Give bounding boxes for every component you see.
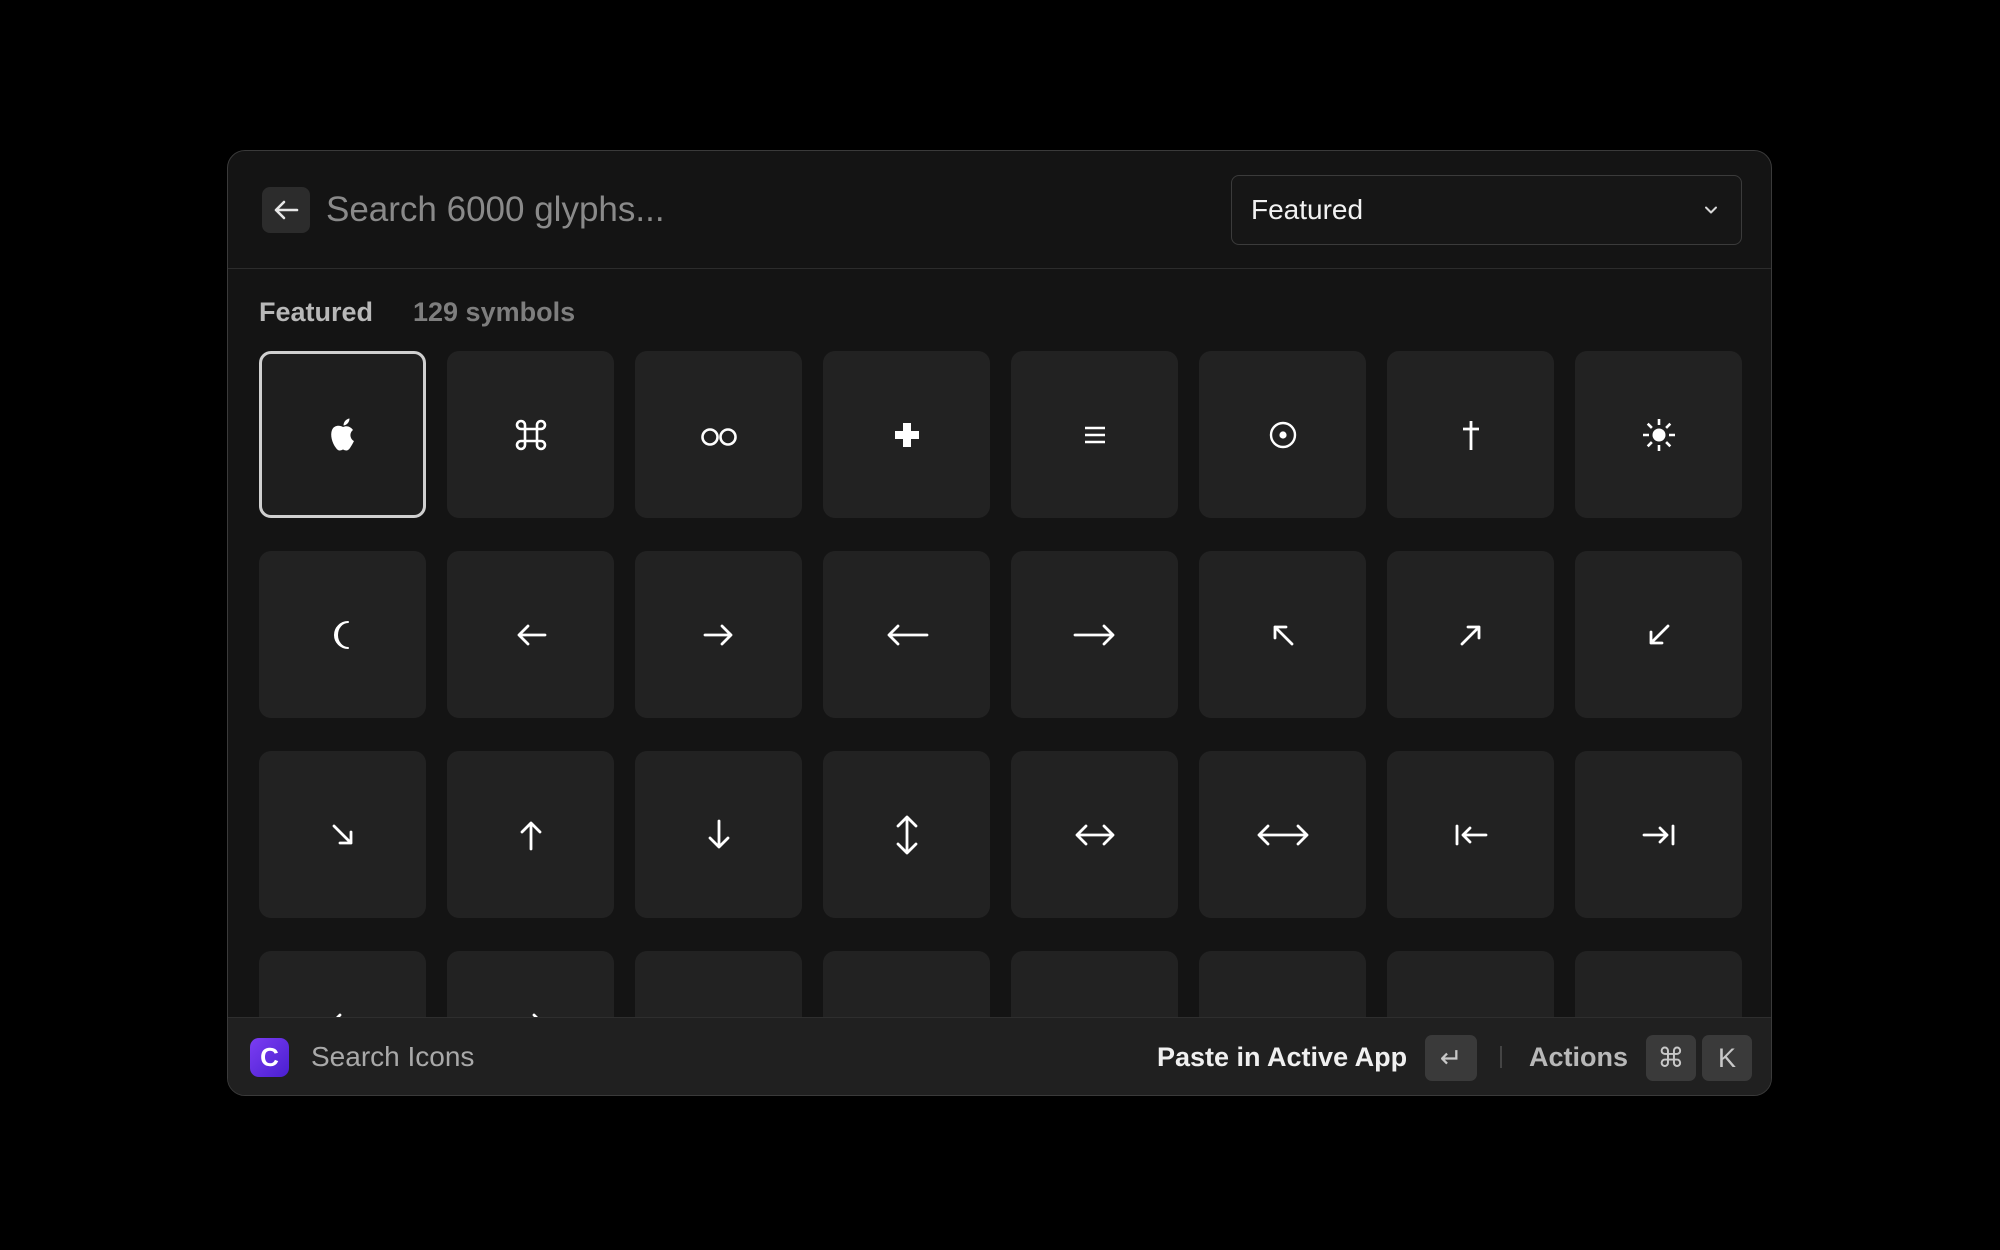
- symbol-tile[interactable]: [1575, 551, 1742, 718]
- symbol-tile[interactable]: [447, 951, 614, 1018]
- sun-icon: [1642, 418, 1675, 451]
- symbol-tile[interactable]: [1575, 951, 1742, 1018]
- actions-button[interactable]: Actions: [1529, 1018, 1628, 1095]
- long-arrow-left-right-icon: [1257, 824, 1308, 845]
- arrow-right-icon: [703, 624, 732, 645]
- extension-name: Search Icons: [311, 1041, 475, 1072]
- long-arrow-left-icon: [887, 624, 928, 645]
- dropdown-selected-label: Featured: [1251, 194, 1364, 225]
- category-dropdown[interactable]: Featured: [1231, 175, 1742, 245]
- symbol-tile[interactable]: [1575, 751, 1742, 918]
- symbol-tile[interactable]: [1387, 951, 1554, 1018]
- long-arrow-right-icon: [1073, 624, 1114, 645]
- symbol-tile[interactable]: [447, 551, 614, 718]
- symbol-tile[interactable]: [259, 551, 426, 718]
- symbol-tile[interactable]: [447, 351, 614, 518]
- arrow-down-right-icon: [332, 824, 352, 844]
- arrow-left-icon: [274, 200, 299, 220]
- symbol-tile[interactable]: [823, 951, 990, 1018]
- search-input[interactable]: [326, 179, 1106, 241]
- arrow-up-left-icon: [1273, 625, 1293, 645]
- arrow-up-down-icon: [896, 815, 917, 854]
- arrow-down-icon: [708, 819, 729, 848]
- symbol-tile[interactable]: [823, 351, 990, 518]
- arrow-left-right-icon: [1075, 824, 1114, 845]
- return-icon: ↵: [1439, 1042, 1463, 1073]
- apple-logo-icon: [330, 418, 354, 450]
- symbol-tile[interactable]: [1011, 751, 1178, 918]
- arrow-left-icon: [517, 624, 546, 645]
- symbol-tile[interactable]: [635, 751, 802, 918]
- symbol-tile[interactable]: [259, 351, 426, 518]
- symbol-count: 129 symbols: [413, 297, 576, 327]
- k-key-label: K: [1717, 1042, 1736, 1073]
- section-title: Featured: [259, 297, 374, 327]
- app-logo-initial: C: [260, 1042, 279, 1072]
- paste-in-active-app-button[interactable]: Paste in Active App: [1157, 1018, 1407, 1095]
- symbol-tile[interactable]: [635, 551, 802, 718]
- chevron-down-icon: [1705, 206, 1717, 214]
- symbol-tile[interactable]: [823, 751, 990, 918]
- action-bar: C Search Icons Paste in Active App ↵ Act…: [228, 1017, 1771, 1095]
- enter-key-badge[interactable]: ↵: [1425, 1035, 1477, 1081]
- triple-bar-icon: [1084, 426, 1105, 443]
- footer-divider: [1500, 1046, 1502, 1068]
- arrow-down-left-icon: [1649, 624, 1669, 644]
- command-icon: ⌘: [1657, 1042, 1685, 1073]
- arrow-left-to-bar-icon: [1455, 824, 1487, 845]
- symbol-tile[interactable]: [635, 351, 802, 518]
- arrow-right-to-bar-icon: [1642, 824, 1674, 845]
- symbol-tile[interactable]: [1011, 951, 1178, 1018]
- symbol-tile[interactable]: [823, 551, 990, 718]
- header: Featured: [228, 151, 1771, 269]
- heavy-plus-icon: [894, 422, 919, 447]
- command-icon: [515, 419, 546, 450]
- k-key-badge[interactable]: K: [1702, 1035, 1752, 1081]
- symbol-tile[interactable]: [259, 951, 426, 1018]
- circled-dot-icon: [1269, 421, 1296, 448]
- symbol-grid: [259, 351, 1743, 1018]
- symbol-tile[interactable]: [1199, 551, 1366, 718]
- symbol-tile[interactable]: [447, 751, 614, 918]
- dagger-icon: [1462, 420, 1479, 450]
- app-logo-icon: C: [250, 1038, 289, 1077]
- infinity-loop-icon: [700, 427, 737, 446]
- arrow-up-right-icon: [1460, 625, 1480, 645]
- glyph-search-window: Featured Featured 129 symbols: [227, 150, 1772, 1096]
- crescent-moon-icon: [333, 620, 349, 649]
- symbol-tile[interactable]: [1199, 351, 1366, 518]
- symbol-tile[interactable]: [259, 751, 426, 918]
- symbol-tile[interactable]: [1011, 351, 1178, 518]
- back-button[interactable]: [262, 187, 310, 233]
- arrow-up-icon: [520, 821, 541, 850]
- symbol-tile[interactable]: [1387, 551, 1554, 718]
- command-key-badge[interactable]: ⌘: [1646, 1035, 1696, 1081]
- symbol-tile[interactable]: [1199, 951, 1366, 1018]
- symbol-tile[interactable]: [1387, 351, 1554, 518]
- symbol-tile[interactable]: [635, 951, 802, 1018]
- symbol-tile[interactable]: [1575, 351, 1742, 518]
- symbol-tile[interactable]: [1011, 551, 1178, 718]
- symbol-tile[interactable]: [1387, 751, 1554, 918]
- symbol-tile[interactable]: [1199, 751, 1366, 918]
